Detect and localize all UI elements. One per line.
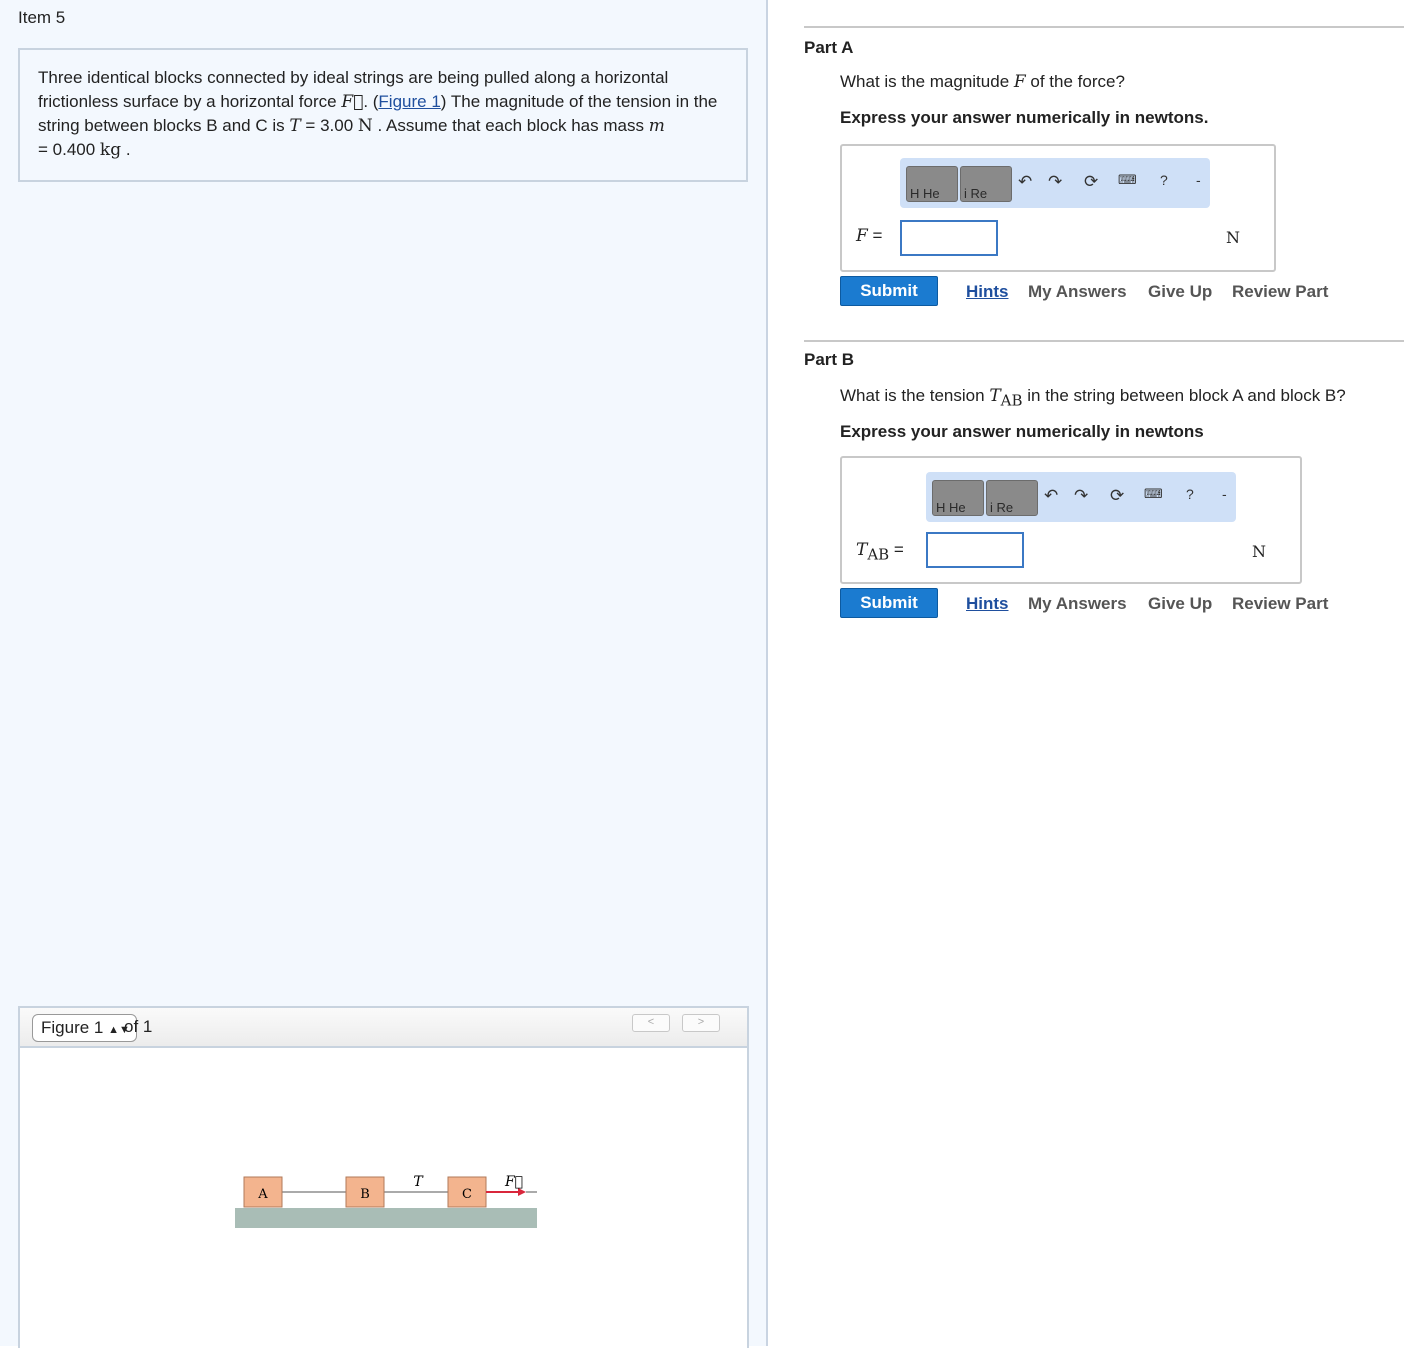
- toolbar-dash: -: [1222, 486, 1227, 502]
- symbols-button[interactable]: i Re: [986, 480, 1038, 516]
- part-a-review-part-link[interactable]: Review Part: [1232, 282, 1328, 302]
- part-b-label: Part B: [804, 350, 855, 369]
- divider-part-b: [804, 340, 1404, 342]
- part-b-answer-input[interactable]: [926, 532, 1024, 568]
- part-a-eq-sign: =: [867, 226, 883, 245]
- left-pane: Item 5 Three identical blocks connected …: [0, 0, 768, 1348]
- part-b-unit: N: [1252, 542, 1266, 561]
- part-a-hints-link[interactable]: Hints: [966, 282, 1009, 302]
- part-b-instruction: Express your answer numerically in newto…: [840, 422, 1204, 441]
- symbols-button-label: i Re: [990, 500, 1014, 515]
- problem-statement: Three identical blocks connected by idea…: [18, 48, 748, 182]
- problem-text-2: . (: [363, 92, 379, 111]
- figure-count: of 1: [124, 1017, 153, 1036]
- part-a-instruction: Express your answer numerically in newto…: [840, 108, 1209, 127]
- divider-part-a: [804, 26, 1404, 28]
- part-b-question-text-2: in the string between block A and block …: [1022, 386, 1346, 405]
- part-b-eq-label: TAB =: [856, 540, 904, 563]
- part-b-question-text-1: What is the tension: [840, 386, 990, 405]
- tension-unit: N: [357, 116, 373, 136]
- reset-icon[interactable]: ⟳: [1084, 172, 1098, 192]
- tension-label: T: [413, 1174, 424, 1190]
- right-pane: Part A What is the magnitude F of the fo…: [768, 0, 1404, 1346]
- keyboard-icon[interactable]: ⌨: [1144, 486, 1163, 502]
- redo-icon[interactable]: ↷: [1048, 172, 1062, 192]
- mass-symbol: m: [648, 116, 665, 136]
- block-b-label: B: [360, 1187, 370, 1202]
- help-icon[interactable]: ?: [1186, 486, 1194, 502]
- tension-value: = 3.00: [300, 116, 358, 135]
- part-a-submit-button[interactable]: Submit: [840, 276, 938, 306]
- block-c-label: C: [462, 1187, 472, 1202]
- part-b-submit-button[interactable]: Submit: [840, 588, 938, 618]
- ground-surface: [235, 1208, 537, 1228]
- figure-select-label: Figure 1: [41, 1018, 104, 1037]
- problem-text-4: . Assume that each block has mass: [372, 116, 649, 135]
- part-a-eq-label: F =: [856, 226, 882, 246]
- mass-unit: kg: [99, 140, 122, 160]
- part-a-question-text-1: What is the magnitude: [840, 72, 1014, 91]
- force-symbol: F⃗: [341, 92, 364, 112]
- templates-button-label: H He: [910, 186, 940, 201]
- part-b-my-answers-link[interactable]: My Answers: [1028, 594, 1127, 614]
- templates-button[interactable]: H He: [906, 166, 958, 202]
- part-b-answer-box: H He i Re ↶ ↷ ⟳ ⌨ ? - TAB = N: [840, 456, 1302, 584]
- part-a-give-up-link[interactable]: Give Up: [1148, 282, 1212, 302]
- part-b-give-up-link[interactable]: Give Up: [1148, 594, 1212, 614]
- part-b-math-toolbar: H He i Re ↶ ↷ ⟳ ⌨ ? -: [926, 472, 1236, 522]
- tension-symbol: T: [289, 116, 301, 136]
- next-figure-button[interactable]: >: [682, 1014, 720, 1032]
- redo-icon[interactable]: ↷: [1074, 486, 1088, 506]
- part-a-question-symbol: F: [1013, 72, 1026, 92]
- part-a-question: What is the magnitude F of the force?: [840, 72, 1125, 92]
- force-label: F⃗: [504, 1174, 523, 1190]
- toolbar-dash: -: [1196, 172, 1201, 188]
- part-a-answer-input[interactable]: [900, 220, 998, 256]
- part-b-hints-link[interactable]: Hints: [966, 594, 1009, 614]
- part-a-eq-symbol: F: [856, 226, 868, 246]
- symbols-button-label: i Re: [964, 186, 988, 201]
- problem-text-5: .: [121, 140, 131, 159]
- figure-panel: Figure 1 ▲▼ of 1 < > A B C T F⃗: [18, 1006, 749, 1348]
- part-a-label: Part A: [804, 38, 854, 57]
- undo-icon[interactable]: ↶: [1018, 172, 1032, 192]
- figure-select[interactable]: Figure 1 ▲▼: [32, 1014, 137, 1042]
- reset-icon[interactable]: ⟳: [1110, 486, 1124, 506]
- mass-value: = 0.400: [38, 140, 100, 159]
- symbols-button[interactable]: i Re: [960, 166, 1012, 202]
- part-b-eq-subscript: AB: [867, 545, 890, 564]
- item-title: Item 5: [18, 8, 66, 27]
- part-b-eq-sign: =: [889, 540, 904, 559]
- part-b-eq-symbol: T: [856, 540, 868, 560]
- part-b-review-part-link[interactable]: Review Part: [1232, 594, 1328, 614]
- help-icon[interactable]: ?: [1160, 172, 1168, 188]
- part-b-question-symbol: T: [989, 386, 1001, 406]
- part-a-math-toolbar: H He i Re ↶ ↷ ⟳ ⌨ ? -: [900, 158, 1210, 208]
- part-b-question-subscript: AB: [1000, 391, 1023, 410]
- block-a-label: A: [257, 1187, 268, 1202]
- part-a-answer-box: H He i Re ↶ ↷ ⟳ ⌨ ? - F = N: [840, 144, 1276, 272]
- undo-icon[interactable]: ↶: [1044, 486, 1058, 506]
- part-a-question-text-2: of the force?: [1025, 72, 1125, 91]
- block-diagram: A B C T F⃗: [235, 1174, 537, 1228]
- keyboard-icon[interactable]: ⌨: [1118, 172, 1137, 188]
- part-a-my-answers-link[interactable]: My Answers: [1028, 282, 1127, 302]
- part-b-question: What is the tension TAB in the string be…: [840, 386, 1346, 409]
- figure-link[interactable]: Figure 1: [378, 92, 440, 111]
- prev-figure-button[interactable]: <: [632, 1014, 670, 1032]
- templates-button-label: H He: [936, 500, 966, 515]
- part-a-unit: N: [1226, 228, 1240, 247]
- templates-button[interactable]: H He: [932, 480, 984, 516]
- figure-toolbar: Figure 1 ▲▼ of 1 < >: [20, 1008, 747, 1048]
